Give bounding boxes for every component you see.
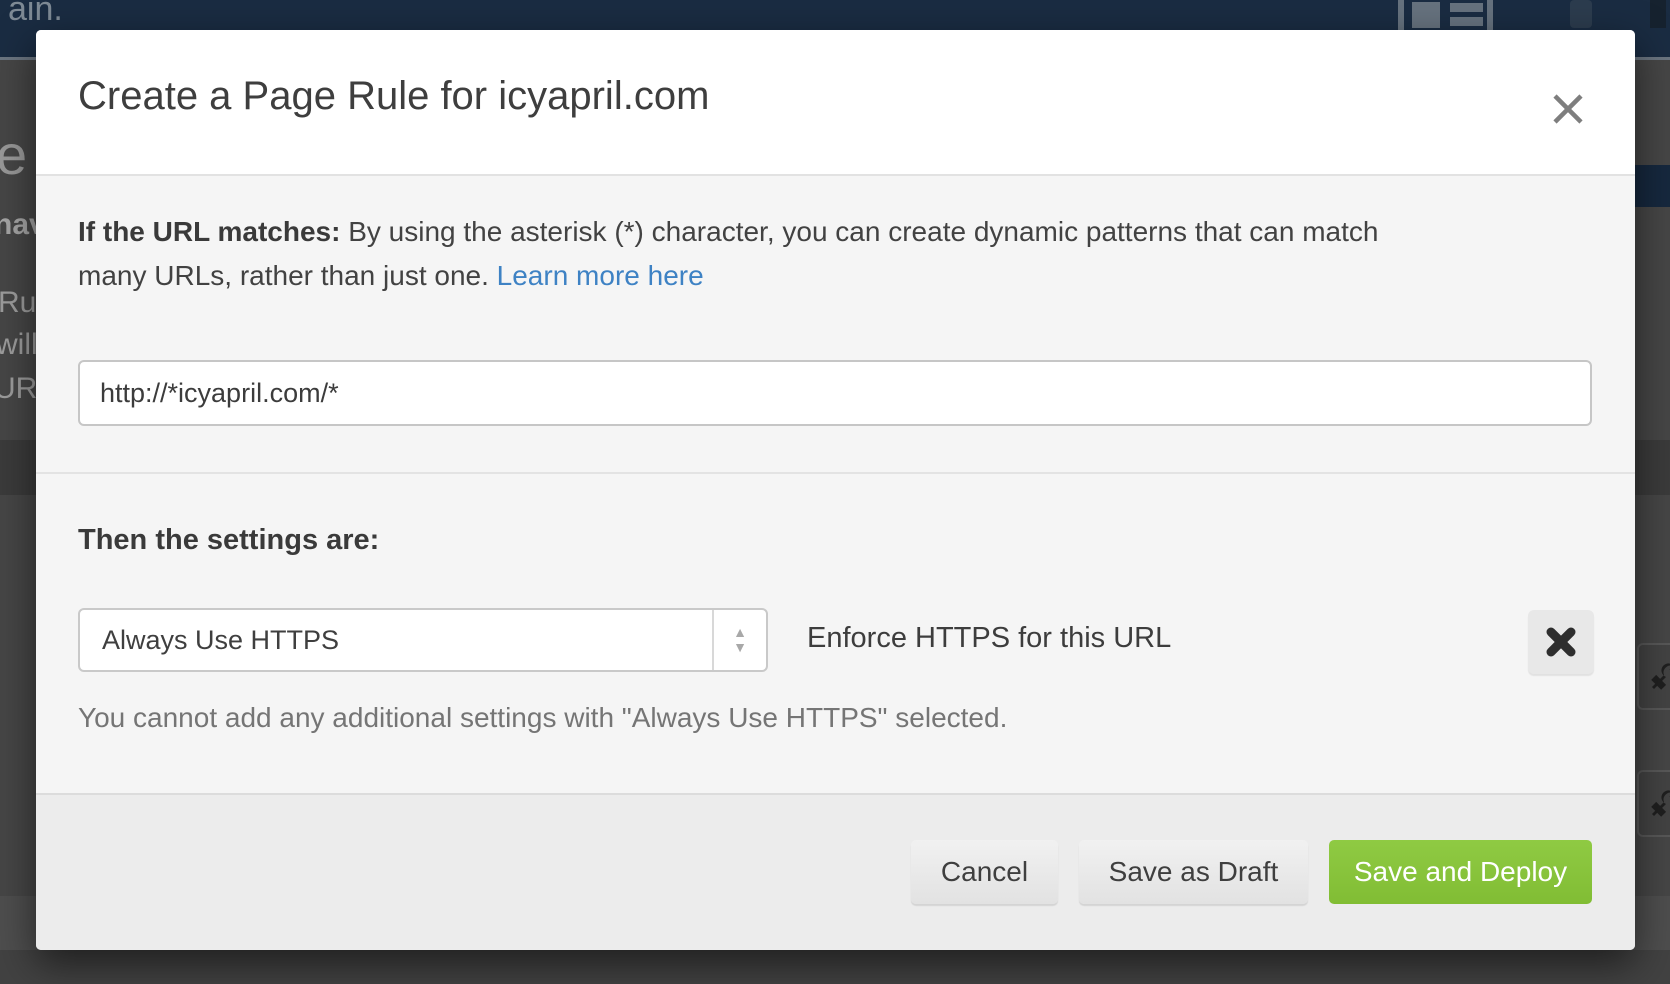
learn-more-link[interactable]: Learn more here	[497, 260, 704, 291]
chevron-up-icon: ▲	[733, 625, 747, 640]
background-text-fragment: UR	[0, 372, 37, 406]
create-page-rule-dialog: Create a Page Rule for icyapril.com If t…	[36, 30, 1635, 950]
background-wrench-button	[1637, 643, 1670, 710]
profile-icon	[1650, 0, 1666, 28]
layout-grid-icon	[1450, 3, 1483, 12]
settings-heading: Then the settings are:	[78, 524, 379, 557]
chevron-down-icon: ▼	[733, 640, 747, 655]
url-match-label: If the URL matches:	[78, 216, 340, 247]
url-match-description: If the URL matches: By using the asteris…	[78, 210, 1598, 298]
save-and-deploy-button[interactable]: Save and Deploy	[1329, 840, 1592, 904]
dialog-header: Create a Page Rule for icyapril.com	[36, 30, 1635, 176]
layout-grid-icon	[1412, 2, 1440, 28]
profile-icon	[1570, 0, 1592, 28]
layout-grid-icon	[1450, 17, 1483, 26]
section-divider	[36, 472, 1635, 474]
background-text-fragment: Ru	[0, 286, 36, 320]
url-pattern-input[interactable]	[78, 360, 1592, 426]
dropdown-stepper[interactable]: ▲ ▼	[712, 610, 766, 670]
setting-dropdown-value: Always Use HTTPS	[80, 625, 712, 656]
setting-restriction-note: You cannot add any additional settings w…	[78, 702, 1007, 734]
dialog-title: Create a Page Rule for icyapril.com	[78, 74, 709, 119]
setting-dropdown[interactable]: Always Use HTTPS ▲ ▼	[78, 608, 768, 672]
save-as-draft-button[interactable]: Save as Draft	[1079, 840, 1308, 904]
setting-description: Enforce HTTPS for this URL	[807, 622, 1171, 655]
dialog-footer: Cancel Save as Draft Save and Deploy	[36, 793, 1635, 950]
close-icon[interactable]	[1549, 90, 1587, 128]
description-line-1: If the URL matches: By using the asteris…	[78, 210, 1598, 254]
remove-x-icon	[1545, 626, 1577, 658]
wrench-icon	[1649, 662, 1670, 692]
background-wrench-button	[1637, 770, 1670, 837]
background-text-fragment: will	[0, 328, 38, 362]
description-line-2: many URLs, rather than just one. Learn m…	[78, 254, 1598, 298]
background-text-fragment: ain.	[8, 0, 63, 29]
background-text-fragment: e	[0, 122, 27, 187]
background-blue-button-fragment	[1635, 165, 1670, 207]
background-band	[0, 950, 1670, 984]
layout-grid-icon	[1487, 0, 1493, 30]
layout-grid-icon	[1398, 0, 1404, 30]
cancel-button[interactable]: Cancel	[911, 840, 1058, 904]
wrench-icon	[1649, 789, 1670, 819]
remove-setting-button[interactable]	[1528, 610, 1594, 674]
